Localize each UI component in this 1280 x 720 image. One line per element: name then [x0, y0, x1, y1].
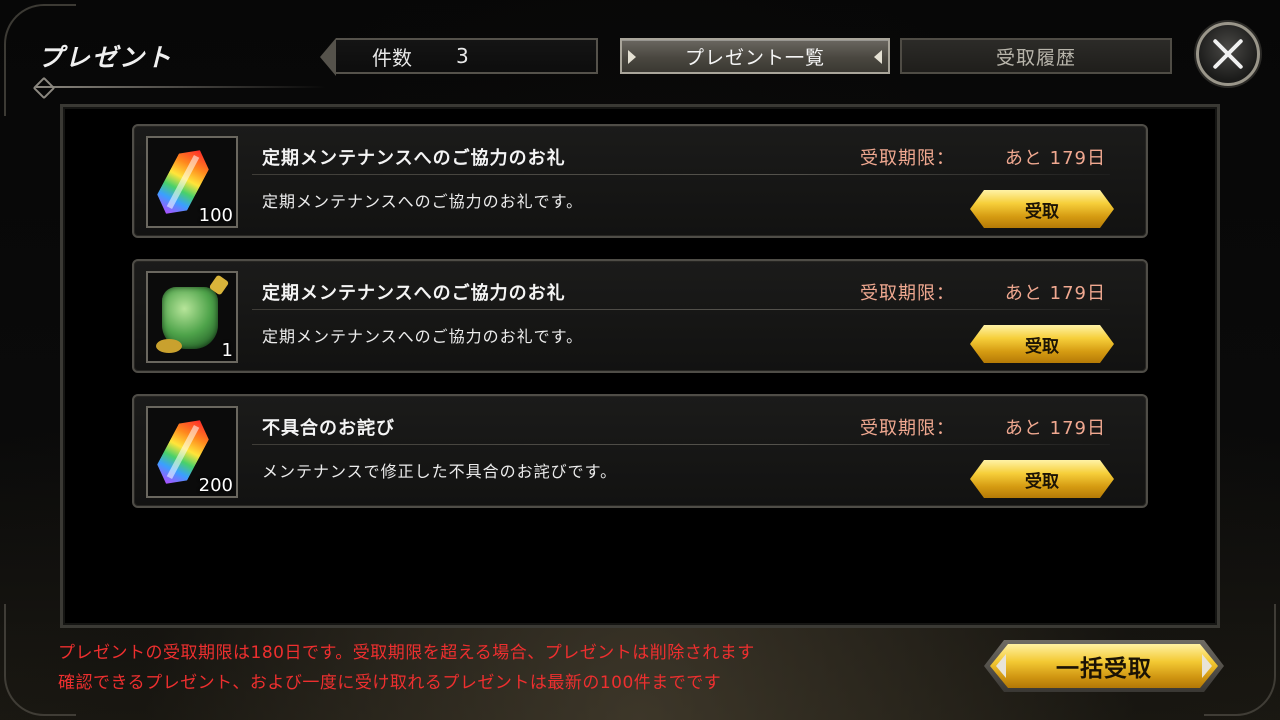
receive-button[interactable]: 受取 — [970, 460, 1114, 498]
card-divider — [252, 444, 1110, 445]
bulk-arrow-left-icon — [996, 654, 1006, 678]
deadline-label: 受取期限： — [860, 148, 955, 169]
deadline-value: あと 179日 — [1004, 283, 1106, 304]
bulk-arrow-right-icon — [1202, 654, 1212, 678]
present-description: 定期メンテナンスへのご協力のお礼です。 — [262, 327, 584, 346]
deadline-value: あと 179日 — [1004, 418, 1106, 439]
receive-button[interactable]: 受取 — [970, 190, 1114, 228]
item-slot: 1 — [146, 271, 238, 363]
deadline-label: 受取期限： — [860, 283, 955, 304]
item-slot: 100 — [146, 136, 238, 228]
present-title: 定期メンテナンスへのご協力のお礼 — [262, 148, 566, 169]
notice-text-line1: プレゼントの受取期限は180日です。受取期限を超える場合、プレゼントは削除されま… — [58, 643, 755, 663]
present-card: 200 不具合のお詫び メンテナンスで修正した不具合のお詫びです。 受取期限： … — [132, 394, 1148, 508]
item-quantity: 200 — [198, 475, 233, 496]
present-count-box: 件数 3 — [320, 38, 598, 76]
present-title: 不具合のお詫び — [262, 418, 395, 439]
tab-receive-history[interactable]: 受取履歴 — [900, 38, 1172, 74]
item-quantity: 100 — [198, 205, 233, 226]
receive-button[interactable]: 受取 — [970, 325, 1114, 363]
count-value: 3 — [456, 44, 469, 68]
bulk-receive-label: 一括受取 — [990, 644, 1218, 688]
tab-receive-history-label: 受取履歴 — [995, 46, 1076, 69]
title-underline-ornament — [36, 86, 326, 88]
item-slot: 200 — [146, 406, 238, 498]
card-divider — [252, 309, 1110, 310]
tab-present-list[interactable]: プレゼント一覧 — [620, 38, 890, 74]
tab-arrow-left-icon — [628, 50, 636, 64]
present-card: 100 定期メンテナンスへのご協力のお礼 定期メンテナンスへのご協力のお礼です。… — [132, 124, 1148, 238]
deadline-label: 受取期限： — [860, 418, 955, 439]
notice-text-line2: 確認できるプレゼント、および一度に受け取れるプレゼントは最新の100件までです — [58, 673, 722, 693]
present-card: 1 定期メンテナンスへのご協力のお礼 定期メンテナンスへのご協力のお礼です。 受… — [132, 259, 1148, 373]
present-description: 定期メンテナンスへのご協力のお礼です。 — [262, 192, 584, 211]
green-potion-icon — [156, 287, 218, 353]
present-description: メンテナンスで修正した不具合のお詫びです。 — [262, 462, 618, 481]
tab-present-list-label: プレゼント一覧 — [684, 46, 825, 69]
present-screen: プレゼント 件数 3 プレゼント一覧 受取履歴 100 定期メンテナンスへのご協… — [0, 0, 1280, 720]
screen-title: プレゼント — [38, 43, 174, 72]
tab-arrow-right-icon — [874, 50, 882, 64]
count-label: 件数 — [372, 45, 412, 70]
deadline-value: あと 179日 — [1004, 148, 1106, 169]
bulk-receive-button[interactable]: 一括受取 — [984, 640, 1224, 692]
close-button[interactable] — [1196, 22, 1260, 86]
card-divider — [252, 174, 1110, 175]
present-title: 定期メンテナンスへのご協力のお礼 — [262, 283, 566, 304]
item-quantity: 1 — [221, 340, 233, 361]
